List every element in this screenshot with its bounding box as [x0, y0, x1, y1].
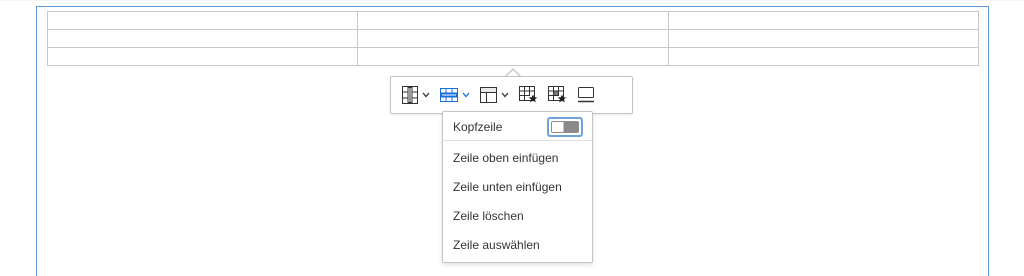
table-cell[interactable]	[667, 29, 980, 48]
header-row-toggle[interactable]	[547, 117, 583, 137]
chevron-down-icon	[462, 92, 470, 98]
chevron-down-icon	[422, 92, 430, 98]
table-cell[interactable]	[667, 11, 980, 30]
table-row	[46, 11, 980, 30]
table-cell[interactable]	[46, 29, 359, 48]
row-options-dropdown: Kopfzeile Zeile oben einfügen Zeile unte…	[442, 111, 593, 263]
table-cell[interactable]	[46, 47, 359, 66]
table-merge-cells-icon	[480, 87, 497, 103]
table-merge-cells-button[interactable]	[477, 81, 512, 109]
table-cell[interactable]	[667, 47, 980, 66]
menu-item-label: Zeile löschen	[453, 208, 524, 223]
table-cell[interactable]	[46, 11, 359, 30]
table-caption-button[interactable]	[574, 81, 598, 109]
table-row	[46, 47, 980, 66]
table-column-icon	[402, 86, 418, 104]
table-properties-button[interactable]	[516, 81, 541, 109]
header-row-toggle-item[interactable]: Kopfzeile	[443, 112, 592, 141]
table-cell-properties-icon	[548, 86, 567, 103]
page-top-border	[0, 0, 1024, 1]
table-toolbar	[390, 76, 633, 114]
menu-item-insert-row-above[interactable]: Zeile oben einfügen	[443, 143, 592, 172]
content-table[interactable]	[46, 11, 980, 66]
toggle-switch-knob	[551, 121, 579, 133]
table-cell[interactable]	[357, 11, 669, 30]
chevron-down-icon	[501, 92, 509, 98]
table-column-button[interactable]	[399, 81, 433, 109]
menu-separator	[443, 140, 592, 141]
header-row-label: Kopfzeile	[453, 119, 503, 134]
menu-item-select-row[interactable]: Zeile auswählen	[443, 230, 592, 259]
menu-item-delete-row[interactable]: Zeile löschen	[443, 201, 592, 230]
table-cell-properties-button[interactable]	[545, 81, 570, 109]
table-caption-icon	[578, 87, 594, 103]
table-row-icon	[440, 88, 458, 102]
table-row	[46, 29, 980, 48]
menu-item-label: Zeile oben einfügen	[453, 150, 559, 165]
menu-item-label: Zeile unten einfügen	[453, 179, 562, 194]
menu-item-insert-row-below[interactable]: Zeile unten einfügen	[443, 172, 592, 201]
table-cell[interactable]	[357, 29, 669, 48]
table-row-button[interactable]	[437, 81, 473, 109]
menu-item-label: Zeile auswählen	[453, 237, 540, 252]
table-cell[interactable]	[357, 47, 669, 66]
table-properties-icon	[519, 86, 538, 103]
